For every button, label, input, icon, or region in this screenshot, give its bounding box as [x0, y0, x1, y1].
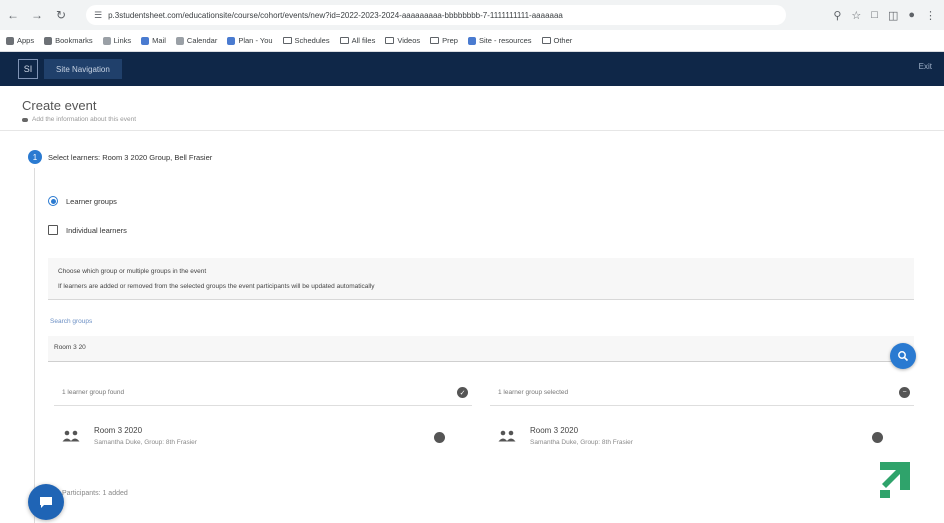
- group-icon: [498, 430, 516, 442]
- folder-icon: [541, 37, 551, 44]
- group-name: Room 3 2020: [94, 426, 143, 435]
- info-line-1: Choose which group or multiple groups in…: [58, 268, 207, 275]
- browser-toolbar: ← → ↻ ☰ p.3studentsheet.com/educationsit…: [0, 0, 944, 30]
- info-message: Choose which group or multiple groups in…: [48, 258, 914, 300]
- bookmark-bookmarks[interactable]: Bookmarks: [44, 36, 93, 45]
- participants-summary: Participants: 1 added: [62, 490, 128, 497]
- page-subtitle: Add the information about this event: [22, 116, 136, 123]
- folder-icon: [430, 37, 440, 44]
- found-groups-header: 1 learner group found ✓: [54, 380, 472, 406]
- info-line-2: If learners are added or removed from th…: [58, 283, 375, 290]
- zoom-icon[interactable]: ⚲: [833, 9, 841, 22]
- selected-group-row[interactable]: Room 3 2020 Samantha Duke, Group: 8th Fr…: [490, 422, 914, 454]
- add-group-icon[interactable]: [434, 432, 445, 443]
- bookmark-links[interactable]: Links: [102, 36, 131, 45]
- address-bar[interactable]: ☰ p.3studentsheet.com/educationsite/cour…: [86, 5, 786, 25]
- address-text: p.3studentsheet.com/educationsite/course…: [108, 10, 563, 20]
- search-icon: [898, 351, 909, 362]
- group-name: Room 3 2020: [530, 426, 579, 435]
- search-input[interactable]: Room 3 20: [48, 336, 914, 362]
- bookmark-plan[interactable]: Plan - You: [227, 36, 273, 45]
- link-icon: [102, 36, 111, 45]
- apps-icon: [6, 36, 14, 45]
- bookmark-site-resources[interactable]: Site - resources: [467, 36, 532, 45]
- star-icon: [44, 36, 53, 45]
- site-info-icon[interactable]: ☰: [94, 10, 102, 21]
- bookmark-other[interactable]: Other: [541, 36, 572, 45]
- bookmark-all-files[interactable]: All files: [339, 36, 375, 45]
- remove-all-icon[interactable]: −: [899, 387, 910, 398]
- doc-icon: [175, 36, 184, 45]
- selected-groups-header: 1 learner group selected −: [490, 380, 914, 406]
- bookmarks-bar: Apps Bookmarks Links Mail Calendar Plan …: [0, 30, 944, 52]
- group-members: Samantha Duke, Group: 8th Frasier: [94, 439, 197, 446]
- brand-logo-icon: [880, 462, 910, 498]
- chat-button[interactable]: [28, 484, 64, 520]
- bookmark-schedules[interactable]: Schedules: [282, 36, 330, 45]
- step-number-badge: 1: [28, 150, 42, 164]
- forward-icon[interactable]: →: [26, 4, 48, 26]
- info-icon: [22, 117, 28, 122]
- exit-link[interactable]: Exit: [919, 62, 932, 71]
- folder-icon: [282, 37, 292, 44]
- bookmark-apps[interactable]: Apps: [6, 36, 34, 45]
- search-label: Search groups: [50, 318, 93, 325]
- extensions-icon[interactable]: □: [871, 9, 878, 21]
- search-button[interactable]: [890, 343, 916, 369]
- page-title: Create event: [22, 98, 97, 113]
- create-event-page: Create event Add the information about t…: [0, 86, 944, 523]
- radio-learner-groups[interactable]: [48, 196, 58, 206]
- menu-icon[interactable]: ⋮: [925, 9, 936, 22]
- found-group-row[interactable]: Room 3 2020 Samantha Duke, Group: 8th Fr…: [54, 422, 472, 454]
- app-header: SI Site Navigation Exit: [0, 52, 944, 86]
- bookmark-mail[interactable]: Mail: [141, 36, 166, 45]
- step-title: Select learners: Room 3 2020 Group, Bell…: [48, 153, 213, 162]
- browser-actions: ⚲ ☆ □ ◫ ● ⋮: [833, 5, 936, 25]
- back-icon[interactable]: ←: [2, 4, 24, 26]
- doc-icon: [467, 36, 476, 45]
- chat-icon: [40, 497, 52, 508]
- app-nav-tab[interactable]: Site Navigation: [44, 59, 122, 79]
- profile-icon[interactable]: ●: [908, 9, 915, 21]
- group-icon: [62, 430, 80, 442]
- checkbox-individual-learners[interactable]: [48, 225, 58, 235]
- header-divider: [0, 130, 944, 131]
- remove-group-icon[interactable]: [872, 432, 883, 443]
- doc-icon: [227, 36, 236, 45]
- bookmark-prep[interactable]: Prep: [430, 36, 458, 45]
- folder-icon: [339, 37, 349, 44]
- option-individual-learners[interactable]: Individual learners: [48, 225, 127, 235]
- group-members: Samantha Duke, Group: 8th Frasier: [530, 439, 633, 446]
- sidepanel-icon[interactable]: ◫: [888, 9, 898, 22]
- folder-icon: [385, 37, 395, 44]
- reload-icon[interactable]: ↻: [50, 4, 72, 26]
- select-all-icon[interactable]: ✓: [457, 387, 468, 398]
- bookmark-videos[interactable]: Videos: [385, 36, 420, 45]
- option-learner-groups[interactable]: Learner groups: [48, 196, 117, 206]
- step-connector: [34, 168, 35, 523]
- mail-icon: [141, 36, 150, 45]
- star-icon[interactable]: ☆: [851, 9, 861, 22]
- app-logo[interactable]: SI: [18, 59, 38, 79]
- bookmark-calendar[interactable]: Calendar: [175, 36, 217, 45]
